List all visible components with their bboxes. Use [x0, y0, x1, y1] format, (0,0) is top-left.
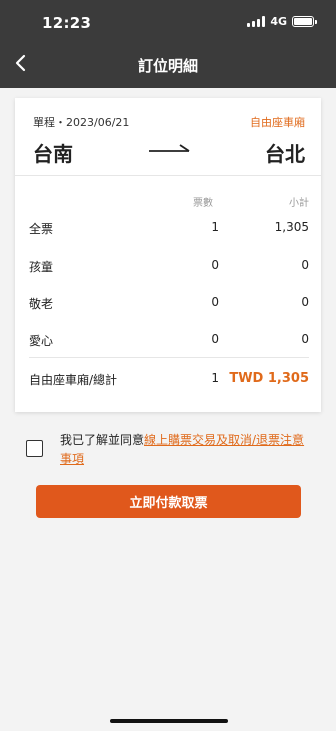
ticket-row: 全票 1 1,305 [15, 220, 321, 240]
car-type-label: 自由座車廂 [250, 116, 305, 129]
ticket-row: 愛心 0 0 [15, 332, 321, 352]
total-row: 自由座車廂/總計 1 TWD 1,305 [15, 371, 321, 391]
origin-station: 台南 [33, 142, 73, 166]
total-amount: TWD 1,305 [229, 371, 309, 386]
ticket-type-label: 愛心 [29, 334, 54, 348]
ticket-subtotal: 0 [301, 258, 309, 272]
ticket-count: 0 [211, 258, 219, 272]
home-indicator [110, 719, 228, 723]
ticket-subtotal: 0 [301, 332, 309, 346]
total-count: 1 [211, 371, 219, 385]
card-divider [15, 175, 321, 176]
battery-icon [292, 16, 317, 27]
signal-icon [247, 16, 266, 27]
ticket-type-label: 全票 [29, 222, 54, 236]
pay-now-button[interactable]: 立即付款取票 [36, 485, 301, 518]
ticket-row: 孩童 0 0 [15, 258, 321, 278]
app-header: 12:23 4G 訂位明細 [0, 0, 336, 88]
column-header-subtotal: 小計 [289, 198, 309, 209]
route-arrow-icon [149, 144, 190, 152]
column-header-count: 票數 [193, 198, 213, 209]
trip-meta: 單程・2023/06/21 [33, 116, 130, 129]
total-divider [29, 357, 309, 358]
ticket-type-label: 孩童 [29, 260, 54, 274]
ticket-count: 1 [211, 220, 219, 234]
network-label: 4G [270, 15, 287, 28]
status-indicators: 4G [247, 15, 317, 28]
agreement-prefix: 我已了解並同意 [60, 433, 145, 447]
agreement-checkbox[interactable] [26, 440, 43, 457]
ticket-subtotal: 1,305 [274, 220, 309, 234]
ticket-count: 0 [211, 295, 219, 309]
status-time: 12:23 [42, 14, 92, 32]
agreement-text: 我已了解並同意線上購票交易及取消/退票注意事項 [60, 431, 314, 469]
ticket-type-label: 敬老 [29, 297, 54, 311]
ticket-count: 0 [211, 332, 219, 346]
destination-station: 台北 [265, 142, 305, 166]
ticket-subtotal: 0 [301, 295, 309, 309]
page-title: 訂位明細 [137, 57, 198, 75]
booking-detail-card: 單程・2023/06/21 自由座車廂 台南 台北 票數 小計 全票 1 1,3… [15, 98, 321, 412]
ticket-row: 敬老 0 0 [15, 295, 321, 315]
total-label: 自由座車廂/總計 [29, 373, 118, 387]
